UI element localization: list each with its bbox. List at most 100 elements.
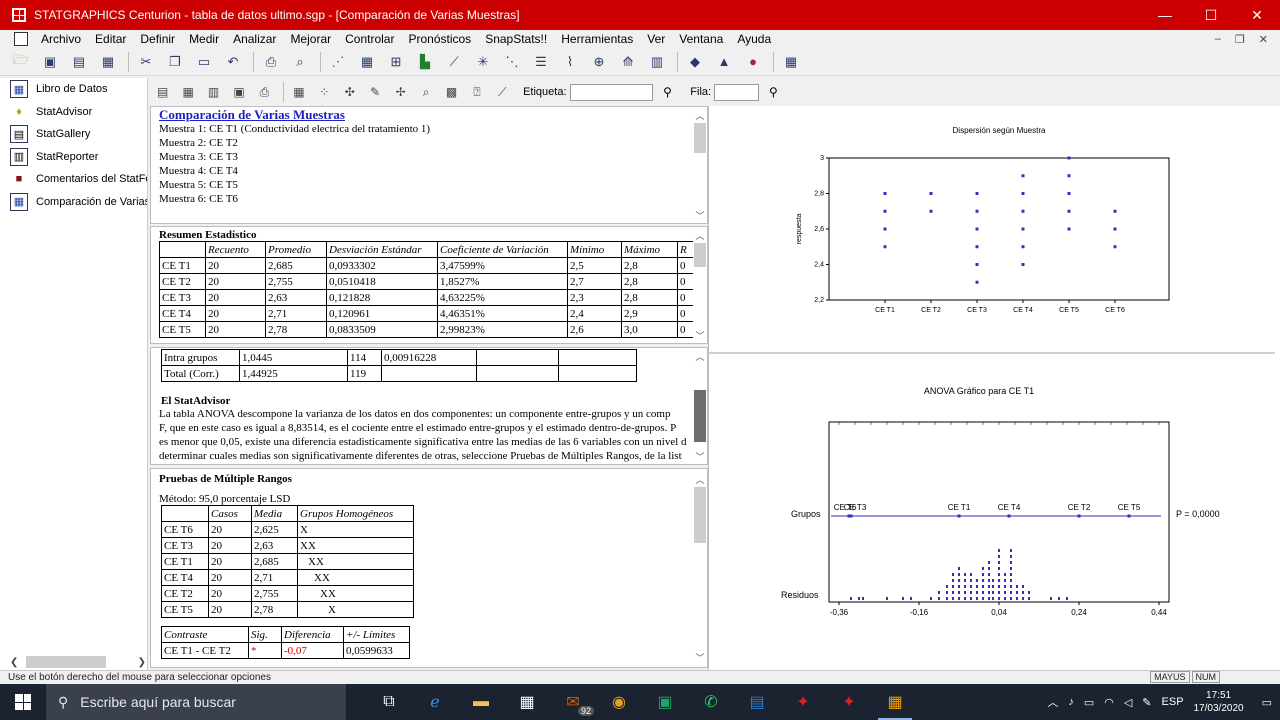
forecast-icon[interactable]: ⟰ [617,52,639,72]
save-all-icon[interactable]: ▦ [97,52,119,72]
task-view-icon[interactable]: ⧉ [366,684,412,720]
undo-icon[interactable]: ↶ [222,52,244,72]
scroll-up-icon[interactable]: ︿ [693,473,707,486]
scroll-thumb[interactable] [694,487,706,543]
scroll-thumb[interactable] [26,656,107,668]
close-button[interactable]: ✕ [1234,0,1280,30]
binoculars-icon[interactable]: ⚲ [765,82,782,102]
cut-icon[interactable]: ✂ [135,52,157,72]
menu-snapstats[interactable]: SnapStats!! [478,32,554,46]
pane-scrollbar[interactable]: ︿ ﹀ [693,469,707,667]
anova-pane[interactable]: Intra grupos 1,0445 114 0,00916228 Total (C… [150,347,708,465]
print-icon[interactable]: ⎙ [260,52,282,72]
save-icon[interactable]: ▣ [39,52,61,72]
menu-editar[interactable]: Editar [88,32,133,46]
chevron-up-icon[interactable]: ︿ [1047,694,1058,710]
etiqueta-input[interactable] [569,83,653,101]
nav-item-statreporter[interactable]: ▥ StatReporter [0,146,147,169]
microphone-icon[interactable]: ♪ [1068,696,1074,708]
menu-ver[interactable]: Ver [640,32,672,46]
chrome-icon[interactable]: ◉ [596,684,642,720]
menu-controlar[interactable]: Controlar [338,32,401,46]
statgraphics-taskbar-icon[interactable]: ▦ [872,684,918,720]
nav-item-statgallery[interactable]: ▤ StatGallery [0,123,147,146]
clock[interactable]: 17:51 17/03/2020 [1194,689,1244,715]
pen-icon[interactable]: ✎ [1142,696,1151,709]
fila-input[interactable] [714,83,759,101]
regression-icon[interactable]: ⟋ [443,52,465,72]
edge-icon[interactable]: ℯ [412,684,458,720]
print-pane-icon[interactable]: ⎙ [256,82,273,102]
tag-icon[interactable]: ◆ [684,52,706,72]
input-dialog-icon[interactable]: ▤ [154,82,171,102]
store-icon[interactable]: ▦ [504,684,550,720]
menu-medir[interactable]: Medir [182,32,226,46]
doe-icon[interactable]: ▲ [713,52,735,72]
distribution-icon[interactable]: ⊞ [385,52,407,72]
print-preview-icon[interactable]: ⌕ [289,52,311,72]
nav-item-comparacion[interactable]: ▦ Comparación de Varias Muestras [0,191,147,214]
mdi-close-button[interactable]: ✕ [1259,33,1268,46]
multivariate-icon[interactable]: ✳ [472,52,494,72]
statgraphics-app-icon[interactable] [12,8,26,22]
minimize-button[interactable]: — [1142,0,1188,30]
table-icon[interactable]: ▦ [356,52,378,72]
scroll-thumb[interactable] [694,243,706,267]
scatter-pane[interactable]: Dispersión según Muestra respuesta 2,2 2,4 2… [709,106,1275,354]
save-results-icon[interactable]: ▣ [230,82,247,102]
resumen-estadistico-pane[interactable]: Resumen Estadístico Recuento Promedio De… [150,226,708,344]
nav-item-libro-de-datos[interactable]: ▦ Libro de Datos [0,78,147,101]
mdi-restore-button[interactable]: ❐ [1235,33,1245,46]
scroll-up-icon[interactable]: ︿ [693,229,707,242]
paste-icon[interactable]: ▭ [193,52,215,72]
volume-icon[interactable]: ◁ [1124,696,1132,709]
binoculars-icon[interactable]: ⚲ [659,82,676,102]
excel-icon[interactable]: ▣ [642,684,688,720]
menu-definir[interactable]: Definir [133,32,182,46]
scroll-left-icon[interactable]: ❮ [10,657,18,668]
compare-samples-icon[interactable]: ▙ [414,52,436,72]
menu-herramientas[interactable]: Herramientas [554,32,640,46]
lines-icon[interactable]: ☰ [530,52,552,72]
scroll-right-icon[interactable]: ❯ [138,657,146,668]
whatsapp-icon[interactable]: ✆ [688,684,734,720]
taskbar-search[interactable]: ⚲ Escribe aquí para buscar [46,684,346,720]
notifications-icon[interactable]: ▭ [1262,696,1272,709]
wifi-icon[interactable]: ◠ [1104,696,1114,709]
scroll-thumb[interactable] [694,123,706,153]
brush-icon[interactable]: ✎ [366,82,383,102]
anova-graph-pane[interactable]: ANOVA Gráfico para CE T1 -0,36 -0,16 0,04 0,… [709,358,1275,670]
control-chart-icon[interactable]: ▥ [646,52,668,72]
scroll-down-icon[interactable]: ﹀ [693,651,707,664]
battery-icon[interactable]: ▭ [1084,696,1094,709]
tables-graphs-icon[interactable]: ▥ [205,82,222,102]
file-explorer-icon[interactable]: ▬ [458,684,504,720]
scroll-down-icon[interactable]: ﹀ [693,450,707,463]
datasheet-icon[interactable]: ▤ [68,52,90,72]
acrobat-icon[interactable]: ✦ [780,684,826,720]
pane-scrollbar[interactable]: ︿ ﹀ [693,348,707,464]
word-icon[interactable]: ▤ [734,684,780,720]
nav-item-statadvisor[interactable]: ♦ StatAdvisor [0,101,147,124]
copy-icon[interactable]: ❐ [164,52,186,72]
scroll-up-icon[interactable]: ︿ [693,109,707,122]
identify-icon[interactable]: ✢ [392,82,409,102]
menu-analizar[interactable]: Analizar [226,32,283,46]
menu-ayuda[interactable]: Ayuda [730,32,778,46]
menu-ventana[interactable]: Ventana [672,32,730,46]
language-indicator[interactable]: ESP [1162,696,1184,708]
menu-mejorar[interactable]: Mejorar [283,32,338,46]
mail-icon[interactable]: ✉ 92 [550,684,596,720]
scroll-down-icon[interactable]: ﹀ [693,329,707,342]
document-icon[interactable] [14,32,28,46]
nav-item-comentarios[interactable]: ■ Comentarios del StatFolio [0,168,147,191]
zoom-icon[interactable]: ⌕ [417,82,434,102]
scroll-down-icon[interactable]: ﹀ [693,209,707,222]
pane-scrollbar[interactable]: ︿ ﹀ [693,107,707,223]
start-button[interactable] [0,684,46,720]
scroll-up-icon[interactable]: ︿ [693,350,707,363]
pane-options-icon[interactable]: ▦ [290,82,307,102]
pane-scrollbar[interactable]: ︿ ﹀ [693,227,707,343]
calculator-icon[interactable]: ▦ [780,52,802,72]
multiple-range-tests-pane[interactable]: Pruebas de Múltiple Rangos Método: 95,0 … [150,468,708,668]
